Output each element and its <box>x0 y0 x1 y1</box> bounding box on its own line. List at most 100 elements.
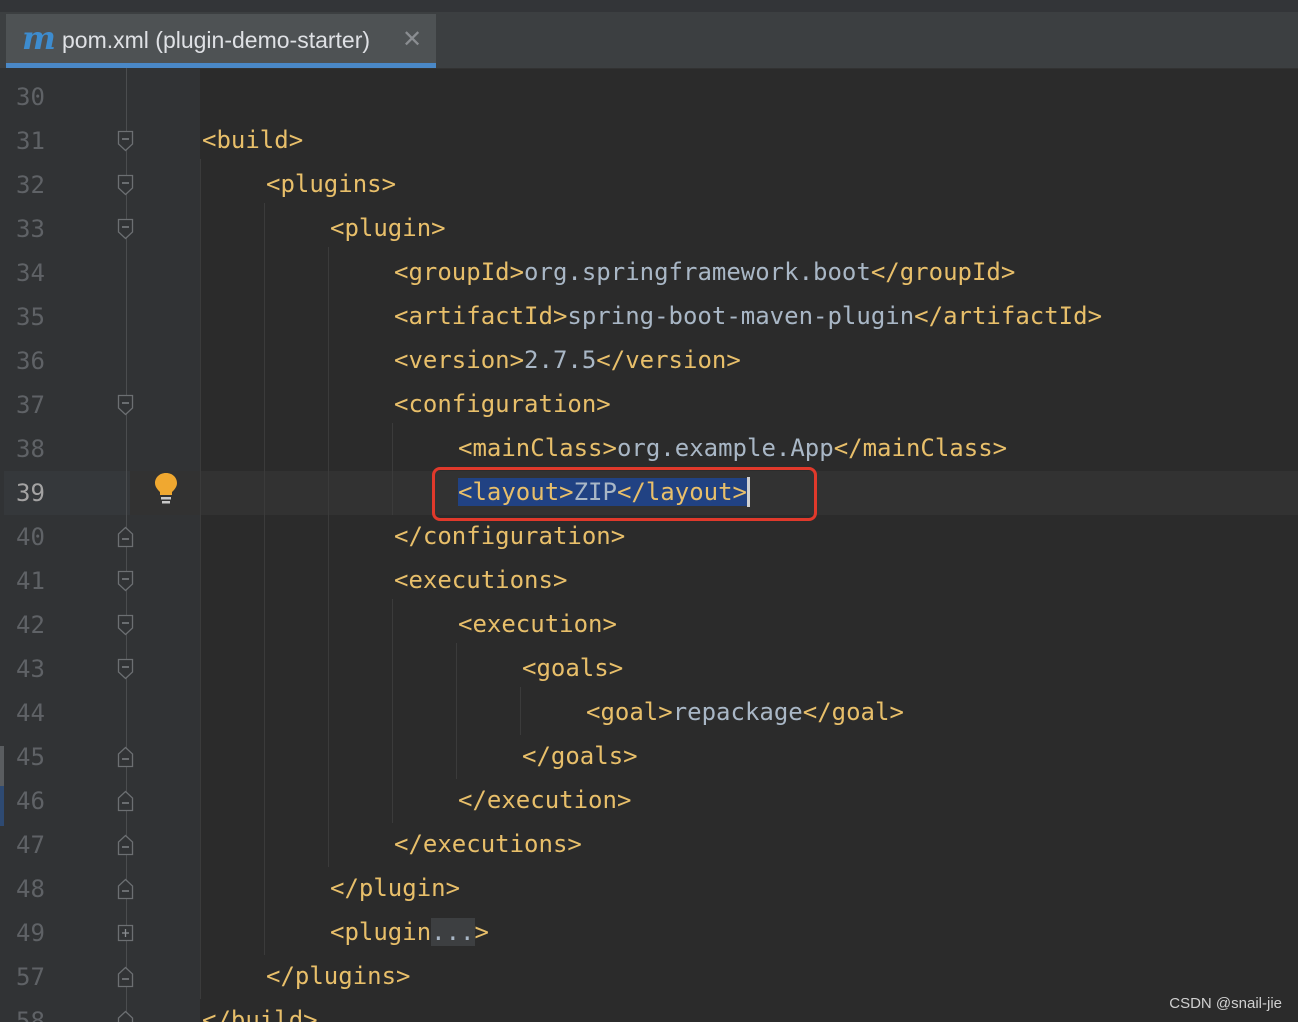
line-number[interactable]: 31 <box>16 127 45 155</box>
line-number[interactable]: 58 <box>16 1007 45 1022</box>
xml-tag: <execution> <box>458 610 617 638</box>
fold-collapse-icon[interactable] <box>117 394 134 416</box>
code-line[interactable]: 32 <plugins> <box>0 163 1298 207</box>
close-icon[interactable]: ✕ <box>402 24 422 54</box>
line-number[interactable]: 43 <box>16 655 45 683</box>
maven-icon: m <box>22 19 56 57</box>
line-number[interactable]: 48 <box>16 875 45 903</box>
code-line[interactable]: 35 <artifactId>spring-boot-maven-plugin</… <box>0 295 1298 339</box>
xml-tag: <version> <box>394 346 525 374</box>
fold-collapse-icon[interactable] <box>117 834 134 856</box>
line-number[interactable]: 45 <box>16 743 45 771</box>
fold-collapse-icon[interactable] <box>117 1010 134 1022</box>
line-number[interactable]: 30 <box>16 83 45 111</box>
line-number[interactable]: 46 <box>16 787 45 815</box>
collapsed-region[interactable]: ... <box>431 918 475 946</box>
code-line[interactable]: 38 <mainClass>org.example.App</mainClass> <box>0 427 1298 471</box>
fold-collapse-icon[interactable] <box>117 658 134 680</box>
code-text[interactable]: </goals> <box>522 741 638 771</box>
tab-pom-xml[interactable]: m pom.xml (plugin-demo-starter) ✕ <box>6 14 436 68</box>
line-number[interactable]: 36 <box>16 347 45 375</box>
line-number[interactable]: 49 <box>16 919 45 947</box>
line-number[interactable]: 38 <box>16 435 45 463</box>
code-line[interactable]: 36 <version>2.7.5</version> <box>0 339 1298 383</box>
lightbulb-icon[interactable] <box>152 471 180 505</box>
code-text[interactable]: <groupId>org.springframework.boot</group… <box>394 257 1015 287</box>
fold-collapse-icon[interactable] <box>117 174 134 196</box>
code-line[interactable]: 45 </goals> <box>0 735 1298 779</box>
code-text[interactable]: <execution> <box>458 609 617 639</box>
line-number[interactable]: 47 <box>16 831 45 859</box>
indent-guide <box>392 423 393 515</box>
xml-text: spring-boot-maven-plugin <box>567 302 915 330</box>
line-number[interactable]: 37 <box>16 391 45 419</box>
code-line[interactable]: 33 <plugin> <box>0 207 1298 251</box>
line-number[interactable]: 34 <box>16 259 45 287</box>
code-text[interactable]: </executions> <box>394 829 582 859</box>
line-number[interactable]: 35 <box>16 303 45 331</box>
code-line[interactable]: 43 <goals> <box>0 647 1298 691</box>
line-number[interactable]: 44 <box>16 699 45 727</box>
xml-tag: </configuration> <box>394 522 626 550</box>
indent-guide <box>328 247 329 867</box>
fold-collapse-icon[interactable] <box>117 130 134 152</box>
code-text[interactable]: <configuration> <box>394 389 611 419</box>
code-line[interactable]: 48 </plugin> <box>0 867 1298 911</box>
code-line[interactable]: 57 </plugins> <box>0 955 1298 999</box>
code-text[interactable]: </plugin> <box>330 873 460 903</box>
xml-tag: > <box>474 918 489 946</box>
code-text[interactable]: <goal>repackage</goal> <box>586 697 904 727</box>
fold-expand-icon[interactable] <box>117 922 134 944</box>
code-text[interactable]: </build> <box>202 1005 318 1022</box>
line-number[interactable]: 39 <box>16 479 45 507</box>
xml-tag: <groupId> <box>394 258 525 286</box>
tab-bar-top-strip <box>0 0 1298 12</box>
code-line[interactable]: 30 <box>0 75 1298 119</box>
xml-text: repackage <box>672 698 803 726</box>
code-text[interactable]: <plugins> <box>266 169 396 199</box>
xml-tag: <goals> <box>522 654 624 682</box>
code-line[interactable]: 31 <build> <box>0 119 1298 163</box>
fold-collapse-icon[interactable] <box>117 746 134 768</box>
fold-collapse-icon[interactable] <box>117 218 134 240</box>
code-line[interactable]: 37 <configuration> <box>0 383 1298 427</box>
code-line[interactable]: 47 </executions> <box>0 823 1298 867</box>
code-text[interactable]: </plugins> <box>266 961 411 991</box>
code-text[interactable]: <build> <box>202 125 303 155</box>
xml-tag: <artifactId> <box>394 302 568 330</box>
code-line[interactable]: 42 <execution> <box>0 603 1298 647</box>
line-number[interactable]: 57 <box>16 963 45 991</box>
code-text[interactable]: <plugin...> <box>330 917 489 947</box>
watermark: CSDN @snail-jie <box>1169 995 1282 1012</box>
fold-collapse-icon[interactable] <box>117 614 134 636</box>
fold-collapse-icon[interactable] <box>117 790 134 812</box>
code-text[interactable]: </execution> <box>458 785 631 815</box>
fold-collapse-icon[interactable] <box>117 526 134 548</box>
line-number[interactable]: 32 <box>16 171 45 199</box>
line-number[interactable]: 41 <box>16 567 45 595</box>
code-line[interactable]: 49 <plugin...> <box>0 911 1298 955</box>
code-line[interactable]: 34 <groupId>org.springframework.boot</gro… <box>0 251 1298 295</box>
code-line[interactable]: 46 </execution> <box>0 779 1298 823</box>
editor-window: m pom.xml (plugin-demo-starter) ✕ 30 31 <b… <box>0 0 1298 1022</box>
line-number[interactable]: 33 <box>16 215 45 243</box>
code-text[interactable]: <goals> <box>522 653 623 683</box>
code-text[interactable]: <version>2.7.5</version> <box>394 345 741 375</box>
code-text[interactable]: </configuration> <box>394 521 625 551</box>
code-line[interactable]: 40 </configuration> <box>0 515 1298 559</box>
code-line[interactable]: 44 <goal>repackage</goal> <box>0 691 1298 735</box>
code-text[interactable]: <executions> <box>394 565 567 595</box>
line-number[interactable]: 40 <box>16 523 45 551</box>
fold-collapse-icon[interactable] <box>117 966 134 988</box>
code-text[interactable]: <mainClass>org.example.App</mainClass> <box>458 433 1007 463</box>
code-text[interactable]: <artifactId>spring-boot-maven-plugin</ar… <box>394 301 1102 331</box>
fold-collapse-icon[interactable] <box>117 570 134 592</box>
line-number[interactable]: 42 <box>16 611 45 639</box>
indent-guide <box>200 159 201 999</box>
fold-collapse-icon[interactable] <box>117 878 134 900</box>
code-text[interactable]: <plugin> <box>330 213 446 243</box>
code-line[interactable]: 41 <executions> <box>0 559 1298 603</box>
xml-tag: </groupId> <box>870 258 1016 286</box>
code-line[interactable]: 58 </build> <box>0 999 1298 1022</box>
xml-tag: <plugin <box>330 918 432 946</box>
